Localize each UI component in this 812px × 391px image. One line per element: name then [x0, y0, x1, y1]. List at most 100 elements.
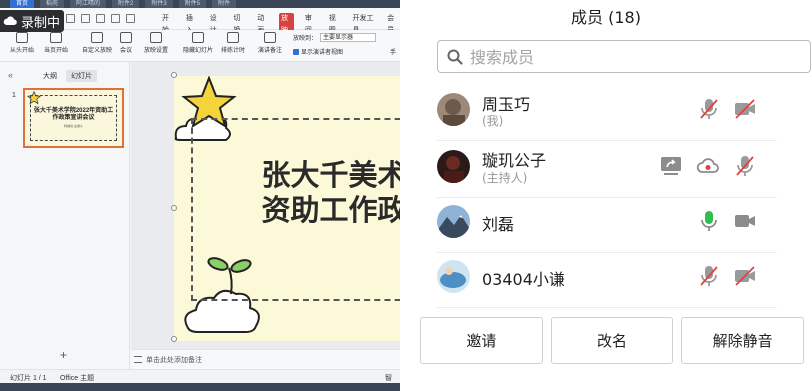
- member-search-box[interactable]: [437, 40, 811, 73]
- timer-icon: [227, 32, 239, 43]
- taskbar-tab[interactable]: 首页: [10, 0, 35, 8]
- play-to-label: 放映到：: [293, 36, 318, 42]
- recording-badge[interactable]: 录制中: [0, 10, 64, 32]
- view-tabs: 大纲 幻灯片: [38, 70, 97, 82]
- slide-thumbnail[interactable]: 张大千美术学院2022年资助工作政策宣讲会议 科技处 主讲人: [23, 88, 124, 148]
- selection-handle[interactable]: [171, 205, 177, 211]
- preview-icon[interactable]: [96, 14, 105, 23]
- custom-show-icon: [91, 32, 103, 43]
- show-settings-button[interactable]: 放映设置: [144, 32, 168, 54]
- members-panel: 成员 (18) 周玉巧 (我) 璇玑公子 (主: [400, 0, 812, 391]
- notes-bar[interactable]: 单击此处添加备注: [131, 349, 400, 369]
- tool-label: 会议: [120, 48, 133, 54]
- quick-access-toolbar: [66, 14, 135, 23]
- member-name: 03404小谦: [482, 270, 565, 289]
- presenter-view-option[interactable]: 显示演讲者视图: [293, 47, 343, 56]
- mic-muted-icon[interactable]: [697, 264, 721, 288]
- slide-thumbnail-panel: « 大纲 幻灯片 1 张大千美术学院2022年资助工作政策宣讲会议 科技处 主讲…: [0, 62, 130, 371]
- taskbar-tab[interactable]: 附件3: [145, 0, 173, 8]
- member-row[interactable]: 03404小谦: [437, 244, 777, 308]
- tool-label: 当页开始: [44, 48, 69, 54]
- bottom-taskbar: [0, 383, 400, 391]
- invite-button[interactable]: 邀请: [420, 317, 543, 364]
- notes-icon: [134, 356, 142, 363]
- member-actions: 邀请 改名 解除静音: [420, 317, 805, 364]
- cloud-record-icon[interactable]: [696, 154, 720, 178]
- tool-label: 演讲备注: [258, 48, 283, 54]
- taskbar-tab[interactable]: 稻壳: [40, 0, 65, 8]
- camera-off-icon[interactable]: [733, 264, 757, 288]
- theme-name[interactable]: Office 主题: [60, 373, 94, 383]
- search-input[interactable]: [470, 47, 790, 67]
- ribbon-toolbar: 从头开始 当页开始 自定义放映 会议 放映设置 隐藏幻灯片 排练计时 演讲备注: [0, 30, 400, 62]
- selection-handle[interactable]: [171, 336, 177, 342]
- play-icon: [16, 32, 28, 43]
- collapse-panel-icon[interactable]: «: [8, 70, 13, 80]
- taskbar-tab[interactable]: 阿江晴的: [70, 0, 107, 8]
- slide-title-line-1: 张大千美术: [261, 158, 400, 192]
- play-to-select[interactable]: 主要显示器: [320, 33, 377, 42]
- slide-canvas: 张大千美术 资助工作政: [131, 62, 400, 349]
- print-icon[interactable]: [81, 14, 90, 23]
- hide-slide-icon: [192, 32, 204, 43]
- member-name: 璇玑公子: [482, 151, 547, 170]
- presenter-view-label: 显示演讲者视图: [301, 50, 344, 56]
- hand-tool-label[interactable]: 手: [390, 47, 396, 56]
- unmute-button[interactable]: 解除静音: [681, 317, 805, 364]
- status-bar: 幻灯片 1 / 1 Office 主题 智: [0, 369, 400, 383]
- presenter-view-checkbox[interactable]: [293, 48, 299, 55]
- hide-slide-button[interactable]: 隐藏幻灯片: [183, 32, 213, 54]
- cloud-icon: [3, 16, 17, 25]
- tab-outline[interactable]: 大纲: [38, 70, 62, 82]
- tool-label: 从头开始: [10, 48, 35, 54]
- camera-off-icon[interactable]: [733, 97, 757, 121]
- notes-icon: [264, 32, 276, 43]
- avatar: [437, 93, 470, 126]
- tool-label: 自定义放映: [82, 48, 113, 54]
- notes-placeholder: 单击此处添加备注: [146, 357, 202, 364]
- slide-title[interactable]: 张大千美术 资助工作政: [234, 158, 400, 228]
- slide-number: 1: [12, 92, 16, 99]
- selection-handle[interactable]: [171, 72, 177, 78]
- add-slide-button[interactable]: +: [60, 348, 67, 362]
- tool-label: 放映设置: [144, 48, 169, 54]
- custom-show-button[interactable]: 自定义放映: [82, 32, 112, 54]
- avatar: [437, 205, 470, 238]
- taskbar-tab[interactable]: 附件: [212, 0, 237, 8]
- settings-icon: [150, 32, 162, 43]
- row-divider: [437, 307, 777, 308]
- mic-muted-icon[interactable]: [733, 154, 757, 178]
- tab-slides[interactable]: 幻灯片: [66, 70, 97, 82]
- mic-muted-icon[interactable]: [697, 97, 721, 121]
- member-row[interactable]: 周玉巧 (我): [437, 77, 777, 141]
- save-icon[interactable]: [66, 14, 75, 23]
- presentation-editor: 首页 稻壳 阿江晴的 附件2 附件3 附件5 附件 开始 插入 设计 切换 动画…: [0, 0, 400, 391]
- thumbnail-subtitle: 科技处 主讲人: [64, 124, 83, 128]
- undo-icon[interactable]: [111, 14, 120, 23]
- screen-share-icon[interactable]: [659, 154, 683, 178]
- camera-icon[interactable]: [733, 209, 757, 233]
- taskbar-tab[interactable]: 附件5: [178, 0, 207, 8]
- mic-active-icon[interactable]: [697, 209, 721, 233]
- rename-button[interactable]: 改名: [550, 317, 674, 364]
- top-taskbar: 首页 稻壳 阿江晴的 附件2 附件3 附件5 附件: [0, 0, 400, 8]
- rehearse-timing-button[interactable]: 排练计时: [221, 32, 245, 54]
- smart-label[interactable]: 智: [385, 373, 392, 383]
- tool-label: 隐藏幻灯片: [183, 48, 214, 54]
- member-tag: (主持人): [482, 171, 528, 185]
- thumbnail-title: 张大千美术学院2022年资助工作政策宣讲会议: [33, 108, 114, 121]
- tool-label: 排练计时: [221, 48, 246, 54]
- slide-title-line-2: 资助工作政: [261, 193, 400, 227]
- from-start-button[interactable]: 从头开始: [10, 32, 34, 54]
- slide[interactable]: 张大千美术 资助工作政: [174, 76, 400, 341]
- member-tag: (我): [482, 114, 504, 128]
- taskbar-tab[interactable]: 附件2: [112, 0, 140, 8]
- speaker-notes-button[interactable]: 演讲备注: [258, 32, 282, 54]
- meeting-button[interactable]: 会议: [120, 32, 132, 54]
- redo-icon[interactable]: [126, 14, 135, 23]
- thumbnail-frame: 张大千美术学院2022年资助工作政策宣讲会议 科技处 主讲人: [30, 95, 117, 141]
- search-icon: [447, 49, 463, 65]
- play-to-control: 放映到： 主要显示器: [293, 33, 377, 42]
- avatar: [437, 150, 470, 183]
- from-current-button[interactable]: 当页开始: [44, 32, 68, 54]
